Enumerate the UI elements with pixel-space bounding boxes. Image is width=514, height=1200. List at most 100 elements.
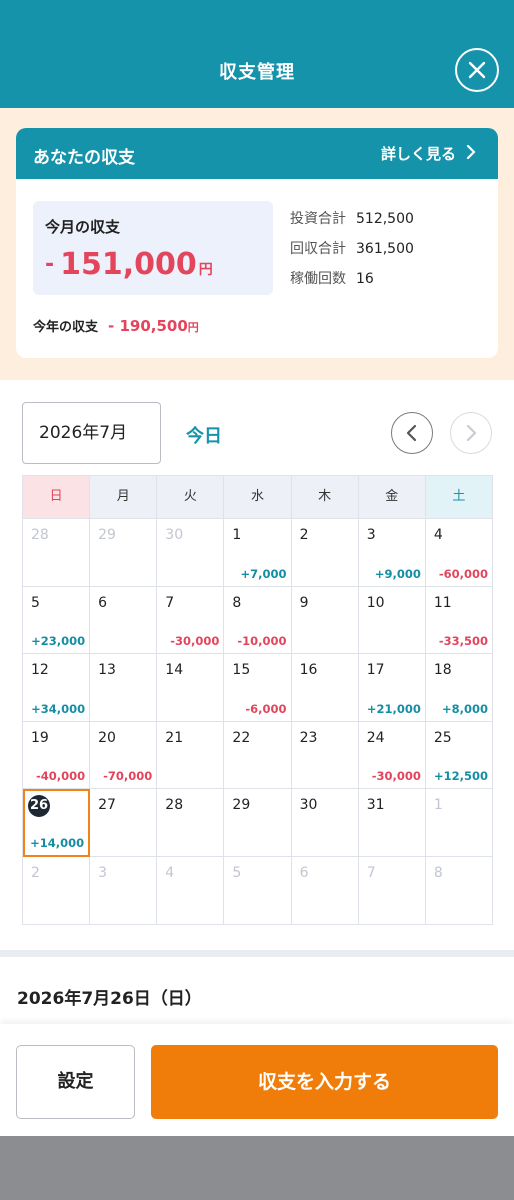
day-number: 31 [366, 797, 385, 814]
calendar-day[interactable]: 7 -30,000 [157, 586, 225, 655]
calendar-day[interactable]: 15 -6,000 [224, 654, 292, 722]
day-amount: +14,000 [30, 835, 85, 850]
stat-sessions: 稼働回数 16 [290, 271, 374, 287]
section-divider [0, 950, 514, 957]
day-number: 17 [366, 662, 385, 679]
calendar-day[interactable]: 9 [291, 586, 359, 655]
calendar-day[interactable]: 28 [23, 519, 91, 587]
day-amount: -60,000 [438, 566, 488, 581]
today-button[interactable]: 今日 [186, 422, 222, 448]
day-amount: +7,000 [240, 566, 287, 581]
calendar-day[interactable]: 8 [425, 856, 493, 925]
calendar-week: 28 29 30 1 +7,000 2 3 +9,000 4 -60,000 [23, 519, 493, 587]
day-number: 6 [299, 864, 309, 881]
card-header: あなたの収支 詳しく見る [16, 128, 498, 179]
day-number: 24 [366, 729, 385, 746]
calendar-day[interactable]: 2 [291, 519, 359, 587]
day-number: 10 [366, 594, 385, 611]
enter-balance-button[interactable]: 収支を入力する [151, 1045, 498, 1119]
calendar-day[interactable]: 7 [358, 856, 426, 925]
calendar-day[interactable]: 12 +34,000 [23, 654, 91, 722]
calendar-week: 26 +14,000 27 28 29 30 31 1 [23, 789, 493, 857]
weekday-header: 日月火水木金土 [23, 476, 493, 519]
view-details-label: 詳しく見る [380, 145, 456, 163]
calendar-day[interactable]: 6 [90, 586, 158, 655]
calendar-day[interactable]: 20 -70,000 [90, 721, 158, 790]
day-amount: +21,000 [366, 701, 421, 716]
day-number: 20 [98, 729, 116, 746]
calendar-day[interactable]: 31 [358, 789, 426, 857]
prev-month-button[interactable] [391, 412, 433, 454]
day-number: 3 [98, 864, 108, 881]
close-button[interactable] [455, 48, 499, 92]
day-number: 28 [165, 797, 184, 814]
calendar-day[interactable]: 30 [157, 519, 225, 587]
weekday-label: 水 [224, 476, 292, 519]
calendar-day[interactable]: 5 [224, 856, 292, 925]
day-number: 26 [28, 795, 50, 818]
calendar-day[interactable]: 23 [291, 721, 359, 790]
app-header: 収支管理 [0, 0, 514, 108]
calendar-day[interactable]: 3 +9,000 [358, 519, 426, 587]
day-number: 1 [232, 527, 242, 543]
day-number: 25 [433, 729, 452, 746]
calendar-day[interactable]: 24 -30,000 [358, 721, 426, 790]
day-number: 13 [98, 662, 116, 679]
calendar-day[interactable]: 28 [157, 789, 225, 857]
day-number: 7 [366, 864, 376, 881]
day-number: 15 [232, 662, 251, 679]
calendar-day[interactable]: 5 +23,000 [23, 586, 91, 655]
calendar-day[interactable]: 8 -10,000 [224, 586, 292, 655]
calendar-day[interactable]: 2 [23, 856, 91, 925]
calendar-day[interactable]: 6 [291, 856, 359, 925]
day-amount: -33,500 [438, 634, 488, 649]
day-number: 4 [433, 527, 443, 543]
weekday-label: 火 [157, 476, 225, 519]
day-number: 1 [433, 797, 443, 814]
day-number: 18 [433, 662, 452, 679]
view-details-link[interactable]: 詳しく見る [381, 143, 476, 164]
day-number: 2 [31, 864, 40, 881]
monthly-balance-box: 今月の収支 -151,000 円 [33, 201, 273, 295]
calendar-day[interactable]: 19 -40,000 [23, 721, 91, 790]
calendar-day[interactable]: 11 -33,500 [425, 586, 493, 655]
calendar-day[interactable]: 1 +7,000 [224, 519, 292, 587]
calendar-day[interactable]: 29 [90, 519, 158, 587]
day-number: 11 [433, 594, 452, 611]
day-number: 6 [98, 594, 108, 611]
day-number: 8 [433, 864, 443, 881]
stats-list: 投資合計 512,500 回収合計 361,500 稼働回数 16 [290, 208, 414, 298]
calendar-day[interactable]: 4 -60,000 [425, 519, 493, 587]
calendar-day[interactable]: 4 [157, 856, 225, 925]
calendar-day[interactable]: 27 [90, 789, 158, 857]
calendar-day[interactable]: 14 [157, 654, 225, 722]
calendar-day[interactable]: 1 [425, 789, 493, 857]
calendar-week: 2 3 4 5 6 7 8 [23, 856, 493, 925]
day-number: 29 [232, 797, 251, 814]
settings-button[interactable]: 設定 [16, 1045, 135, 1119]
calendar-day[interactable]: 13 [90, 654, 158, 722]
calendar-day[interactable]: 3 [90, 856, 158, 925]
calendar-day[interactable]: 10 [358, 586, 426, 655]
calendar-day[interactable]: 16 [291, 654, 359, 722]
calendar-day[interactable]: 18 +8,000 [425, 654, 493, 722]
day-number: 7 [165, 594, 175, 611]
day-amount: -40,000 [35, 769, 86, 784]
next-month-button[interactable] [450, 412, 492, 454]
page-title: 収支管理 [219, 62, 295, 83]
day-number: 23 [299, 729, 318, 746]
calendar-day-today[interactable]: 26 +14,000 [23, 789, 91, 857]
calendar-day[interactable]: 29 [224, 789, 292, 857]
calendar-day[interactable]: 22 [224, 721, 292, 790]
month-select[interactable]: 2026年7月 [22, 402, 161, 464]
calendar-day[interactable]: 25 +12,500 [425, 721, 493, 790]
day-amount: +8,000 [441, 701, 488, 716]
day-number: 21 [165, 729, 184, 746]
day-number: 12 [31, 662, 49, 679]
calendar-day[interactable]: 17 +21,000 [358, 654, 426, 722]
calendar-day[interactable]: 21 [157, 721, 225, 790]
day-number: 16 [299, 662, 318, 679]
day-amount: -30,000 [371, 769, 421, 784]
calendar-day[interactable]: 30 [291, 789, 359, 857]
weekday-label: 日 [23, 476, 91, 519]
